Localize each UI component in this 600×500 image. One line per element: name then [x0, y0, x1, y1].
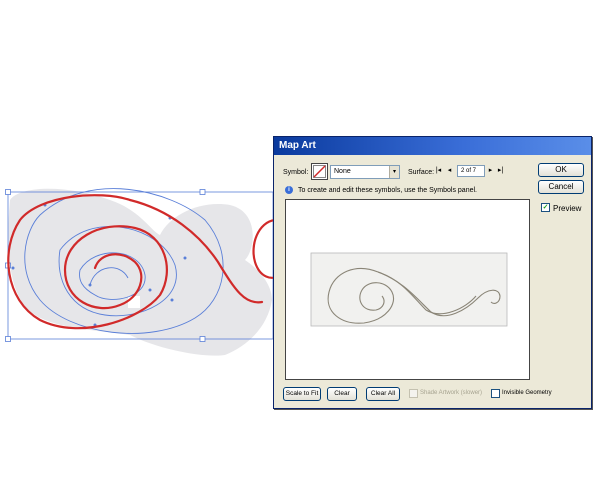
preview-canvas [310, 252, 508, 327]
surface-notch [128, 296, 140, 308]
first-page-icon[interactable]: |◂ [435, 166, 442, 176]
last-page-icon[interactable]: ▸| [497, 166, 504, 176]
chevron-down-icon[interactable]: ▾ [389, 166, 399, 178]
surface-label: Surface: [408, 169, 435, 176]
info-icon: i [285, 186, 293, 194]
shade-artwork-checkbox [409, 389, 418, 398]
prev-page-icon[interactable]: ◂ [446, 166, 453, 176]
next-page-icon[interactable]: ▸ [487, 166, 494, 176]
shade-artwork-label: Shade Artwork (slower) [420, 390, 483, 396]
scale-to-fit-button[interactable]: Scale to Fit [283, 387, 321, 401]
info-text: To create and edit these symbols, use th… [298, 187, 477, 194]
preview-label: Preview [553, 204, 582, 213]
none-swatch-icon[interactable] [311, 163, 328, 180]
preview-checkbox[interactable]: ✓ [541, 203, 550, 212]
clear-button[interactable]: Clear [327, 387, 357, 401]
invisible-geometry-label: Invisible Geometry [502, 390, 552, 396]
surface-page-field[interactable]: 2 of 7 [457, 165, 485, 177]
map-art-dialog: Map Art Symbol: None ▾ Surface: |◂ ◂ 2 o… [273, 136, 592, 409]
preview-surface [310, 252, 508, 327]
ok-button[interactable]: OK [538, 163, 584, 177]
symbol-label: Symbol: [283, 169, 309, 176]
clear-all-button[interactable]: Clear All [366, 387, 400, 401]
symbol-preview-area[interactable] [285, 199, 530, 380]
invisible-geometry-checkbox[interactable] [491, 389, 500, 398]
cancel-button[interactable]: Cancel [538, 180, 584, 194]
symbol-value: None [334, 168, 351, 175]
dialog-title: Map Art [274, 137, 591, 155]
symbol-dropdown[interactable]: None ▾ [330, 165, 400, 179]
